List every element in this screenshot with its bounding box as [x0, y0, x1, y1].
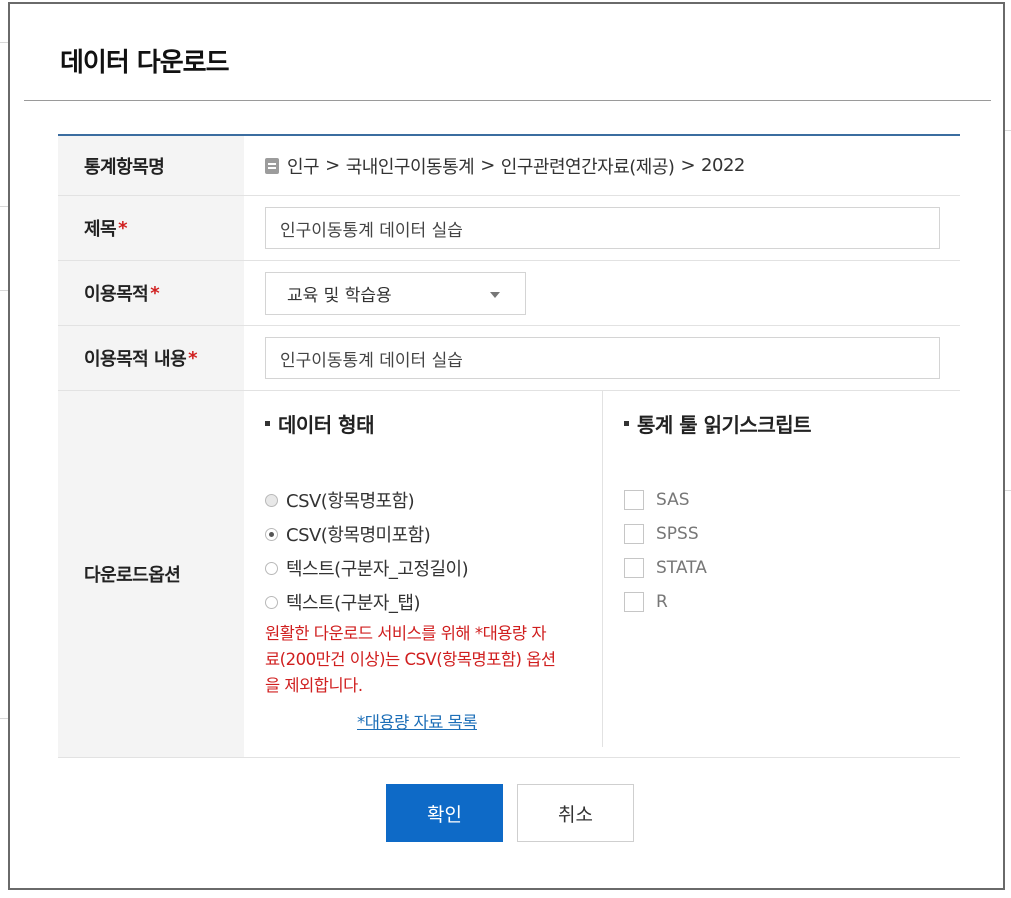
row-purpose-detail: 이용목적 내용 * 인구이동통계 데이터 실습 [58, 326, 960, 391]
background-divider [0, 42, 8, 43]
data-format-section: 데이터 형태 CSV(항목명포함) CSV(항목명미포함) 텍스트(구분자_고정… [244, 391, 603, 747]
radio-option[interactable]: CSV(항목명포함) [265, 483, 468, 517]
chevron-down-icon [490, 291, 500, 298]
large-data-list-link[interactable]: *대용량 자료 목록 [357, 709, 478, 733]
stat-item-value: 인구 > 국내인구이동통계 > 인구관련연간자료(제공) > 2022 [244, 136, 960, 195]
purpose-selected-value: 교육 및 학습용 [287, 285, 392, 306]
background-divider [1005, 130, 1011, 131]
data-format-radio-group: CSV(항목명포함) CSV(항목명미포함) 텍스트(구분자_고정길이) 텍스트… [265, 483, 469, 619]
checkbox-option-spss[interactable]: SPSS [624, 517, 707, 551]
background-divider [0, 290, 8, 291]
cancel-button[interactable]: 취소 [517, 784, 634, 842]
required-mark: * [150, 282, 160, 304]
checkbox[interactable] [624, 558, 644, 578]
stat-item-label: 통계항목명 [58, 136, 244, 195]
dialog-title: 데이터 다운로드 [60, 48, 229, 78]
radio-button[interactable] [265, 561, 278, 575]
background-divider [0, 206, 8, 207]
checkbox[interactable] [624, 592, 644, 612]
script-checkbox-group: SAS SPSS STATA R [624, 483, 707, 619]
download-form: 통계항목명 인구 > 국내인구이동통계 > 인구관련연간자료(제공) > 202… [58, 134, 960, 758]
background-divider [0, 718, 8, 719]
breadcrumb-separator: > [680, 155, 696, 176]
row-stat-item: 통계항목명 인구 > 국내인구이동통계 > 인구관련연간자료(제공) > 202… [58, 136, 960, 196]
download-options-label: 다운로드옵션 [58, 391, 244, 757]
checkbox-option-sas[interactable]: SAS [624, 483, 707, 517]
radio-button[interactable] [265, 493, 278, 507]
checkbox[interactable] [624, 490, 644, 510]
script-heading: 통계 툴 읽기스크립트 [624, 409, 812, 438]
required-mark: * [118, 217, 128, 239]
download-dialog: 데이터 다운로드 통계항목명 인구 > 국내인구이동통계 > 인구관련연간자료(… [8, 2, 1005, 890]
purpose-label: 이용목적 * [58, 261, 244, 325]
purpose-detail-label: 이용목적 내용 * [58, 326, 244, 390]
checkbox[interactable] [624, 524, 644, 544]
radio-option[interactable]: CSV(항목명미포함) [265, 517, 468, 551]
purpose-detail-input[interactable]: 인구이동통계 데이터 실습 [265, 337, 940, 379]
breadcrumb-separator: > [480, 155, 495, 176]
script-section: 통계 툴 읽기스크립트 SAS SPSS STATA R [603, 391, 960, 757]
radio-button[interactable] [265, 595, 278, 609]
row-purpose: 이용목적 * 교육 및 학습용 [58, 261, 960, 326]
data-format-heading: 데이터 형태 [265, 409, 374, 438]
title-divider [24, 100, 991, 101]
breadcrumb: 인구 > 국내인구이동통계 > 인구관련연간자료(제공) > 2022 [265, 153, 745, 179]
list-icon [265, 157, 279, 174]
title-label: 제목 * [58, 196, 244, 260]
radio-option[interactable]: 텍스트(구분자_탭) [265, 585, 468, 619]
title-input[interactable]: 인구이동통계 데이터 실습 [265, 207, 940, 249]
bullet-icon [624, 421, 629, 426]
background-divider [1005, 490, 1011, 491]
breadcrumb-item: 인구관련연간자료(제공) [500, 156, 675, 178]
row-download-options: 다운로드옵션 데이터 형태 CSV(항목명포함) CSV(항목명미포함) 텍스트… [58, 391, 960, 758]
radio-option[interactable]: 텍스트(구분자_고정길이) [265, 551, 469, 585]
breadcrumb-item: 2022 [701, 155, 745, 176]
confirm-button[interactable]: 확인 [386, 784, 503, 842]
required-mark: * [188, 347, 198, 369]
purpose-select[interactable]: 교육 및 학습용 [265, 271, 526, 315]
breadcrumb-item: 국내인구이동통계 [345, 156, 475, 178]
checkbox-option-r[interactable]: R [624, 585, 707, 619]
checkbox-option-stata[interactable]: STATA [624, 551, 707, 585]
download-options-panel: 데이터 형태 CSV(항목명포함) CSV(항목명미포함) 텍스트(구분자_고정… [244, 391, 960, 757]
row-title: 제목 * 인구이동통계 데이터 실습 [58, 196, 960, 261]
large-data-notice: 원활한 다운로드 서비스를 위해 *대용량 자 료(200만건 이상)는 CSV… [265, 624, 556, 695]
breadcrumb-item: 인구 [287, 156, 320, 178]
bullet-icon [265, 421, 270, 426]
radio-button[interactable] [265, 527, 278, 541]
breadcrumb-separator: > [325, 155, 340, 176]
